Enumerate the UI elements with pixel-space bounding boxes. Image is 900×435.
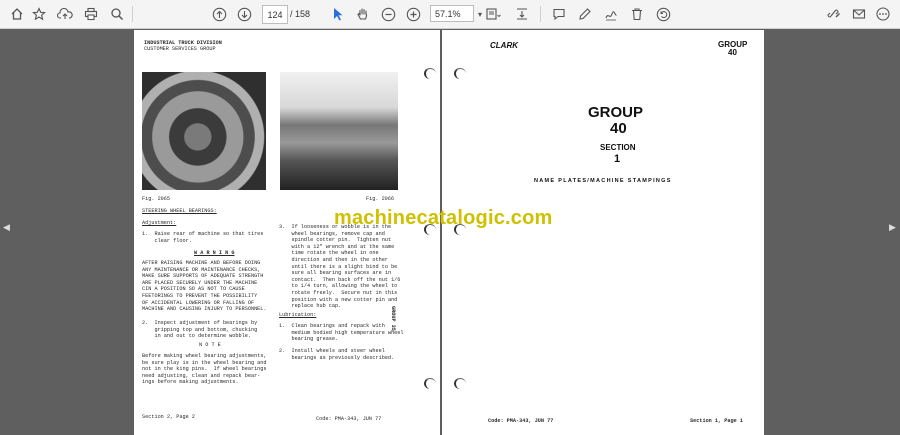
binder-hole [454,68,466,79]
toolbar-divider [132,6,133,22]
left-panel-toggle-icon[interactable]: ◀ [3,222,10,233]
group-title: GROUP [588,104,644,121]
wheel-hub-photo [142,72,266,190]
header-group: CUSTOMER SERVICES GROUP [144,46,216,52]
lubrication-heading: Lubrication: [279,312,317,318]
print-icon[interactable] [82,4,100,24]
warning-title: W A R N I N G [194,250,235,256]
binder-hole [454,378,466,389]
zoom-level-input[interactable]: 57.1% [430,5,474,22]
adjustment-heading: Adjustment: [142,220,177,226]
section-label: SECTION [600,143,636,152]
page-number-value: 124 [267,9,283,20]
search-icon[interactable] [108,4,126,24]
next-page-icon[interactable] [235,4,253,24]
section-number: 1 [614,153,621,165]
group-corner-number: 40 [728,48,737,57]
comment-icon[interactable] [550,4,568,24]
more-options-icon[interactable] [874,4,892,24]
footer-section-page: Section 1, Page 1 [690,418,743,424]
lubrication-step-1: 1. Clean bearings and repack with medium… [279,323,404,343]
group-number: 40 [610,120,627,137]
upload-cloud-icon[interactable] [56,4,74,24]
home-icon[interactable] [8,4,26,24]
zoom-in-icon[interactable] [404,4,422,24]
toolbar-divider [540,6,541,22]
page-fit-icon[interactable] [482,4,504,24]
left-document-page: INDUSTRIAL TRUCK DIVISION CUSTOMER SERVI… [134,30,440,435]
undo-icon[interactable] [654,4,672,24]
spindle-photo [280,72,398,190]
footer-code: Code: PMA-343, JUN 77 [316,416,382,422]
adjustment-step-3: 3. If looseness or wobble is in the whee… [279,224,401,310]
zoom-out-icon[interactable] [379,4,397,24]
right-document-page: CLARK GROUP 40 GROUP 40 SECTION 1 NAME P… [442,30,764,435]
binder-hole [424,68,436,79]
adjustment-step-1: 1. Raise rear of machine so that tires c… [142,231,264,244]
zoom-value: 57.1% [435,8,461,19]
side-tab-group: GROUP 35 [390,306,396,331]
page-subtitle: NAME PLATES/MACHINE STAMPINGS [534,178,672,184]
select-cursor-icon[interactable] [329,4,347,24]
draw-signature-icon[interactable] [602,4,620,24]
watermark-text: machinecatalogic.com [334,207,553,229]
previous-page-icon[interactable] [210,4,228,24]
figure-caption-2066: Fig. 2066 [366,196,395,202]
adjustment-step-2: 2. Inspect adjustment of bearings by gri… [142,320,258,340]
note-title: N O T E [199,342,221,348]
scroll-mode-icon[interactable] [513,4,531,24]
warning-text: AFTER RAISING MACHINE AND BEFORE DOING A… [142,260,267,313]
figure-caption-2065: Fig. 2065 [142,196,171,202]
delete-trash-icon[interactable] [628,4,646,24]
share-email-icon[interactable] [850,4,868,24]
footer-code: Code: PMA-343, JUN 77 [488,418,554,424]
page-total: / 158 [290,9,311,19]
edit-link-icon[interactable] [824,4,842,24]
toolbar: 124 / 158 57.1% ▾ [0,0,900,29]
steering-bearings-heading: STEERING WHEEL BEARINGS: [142,208,217,214]
note-text: Before making wheel bearing adjustments,… [142,353,267,386]
clark-logo: CLARK [490,41,518,50]
binder-hole [424,378,436,389]
footer-section-page: Section 2, Page 2 [142,414,195,420]
bookmark-star-icon[interactable] [30,4,48,24]
right-panel-toggle-icon[interactable]: ▶ [889,222,896,233]
page-number-input[interactable]: 124 [262,5,288,24]
hand-pan-icon[interactable] [354,4,372,24]
highlight-pen-icon[interactable] [576,4,594,24]
lubrication-step-2: 2. Install wheels and steer wheel bearin… [279,348,395,361]
